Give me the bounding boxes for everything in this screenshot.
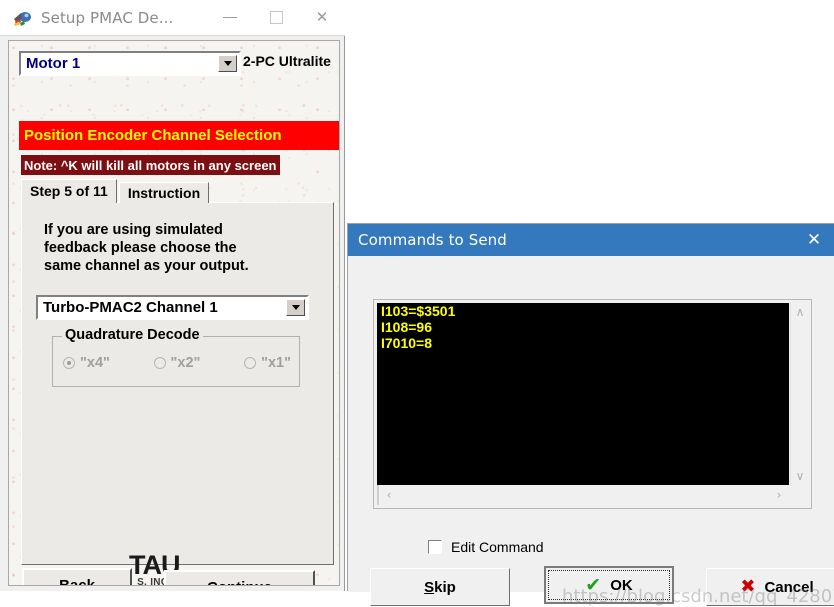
ok-button-focus-ring: ✔ OK xyxy=(548,570,670,600)
pmac-app-icon xyxy=(13,9,33,27)
edit-command-checkbox[interactable] xyxy=(428,540,442,554)
warning-note-banner: Note: ^K will kill all motors in any scr… xyxy=(21,155,280,175)
quadrature-decode-legend: Quadrature Decode xyxy=(62,327,203,343)
vertical-scrollbar[interactable]: ∧ ∨ xyxy=(790,303,808,485)
radio-x4[interactable]: "x4" xyxy=(63,355,110,371)
commands-dialog-body: I103=$3501 I108=96 I7010=8 ∧ ∨ ‹ › Edit … xyxy=(348,256,834,607)
continue-button[interactable]: Continue xyxy=(164,570,315,586)
edit-command-label: Edit Command xyxy=(451,539,544,555)
horizontal-scrollbar[interactable]: ‹ › xyxy=(377,485,789,505)
setup-window-title: Setup PMAC De... xyxy=(41,8,174,27)
chevron-down-icon[interactable] xyxy=(286,299,305,316)
back-button-mnemonic: B xyxy=(59,576,70,586)
desktop-background: Setup PMAC De... ✕ Motor 1 2-PC Ultralit… xyxy=(0,0,834,607)
device-type-label: 2-PC Ultralite xyxy=(243,53,331,69)
cancel-button[interactable]: ✖ Cancel xyxy=(706,568,834,606)
commands-text-area-frame: I103=$3501 I108=96 I7010=8 ∧ ∨ ‹ › xyxy=(373,299,812,509)
edit-command-checkbox-row[interactable]: Edit Command xyxy=(428,539,544,555)
radio-dot-icon xyxy=(244,357,257,369)
radio-x1-label: "x1" xyxy=(261,355,291,371)
continue-button-label-tail: e xyxy=(264,579,272,586)
quadrature-decode-group: Quadrature Decode "x4" "x2" "x1" xyxy=(52,327,300,387)
x-icon: ✖ xyxy=(740,576,756,597)
tab-panel: If you are using simulated feedback plea… xyxy=(21,202,334,565)
quadrature-radio-row: "x4" "x2" "x1" xyxy=(63,355,291,371)
skip-button-label: kip xyxy=(434,578,456,596)
commands-to-send-dialog: Commands to Send ✕ I103=$3501 I108=96 I7… xyxy=(347,223,834,607)
radio-dot-icon xyxy=(153,357,166,369)
setup-window-titlebar[interactable]: Setup PMAC De... ✕ xyxy=(0,0,345,36)
scroll-left-icon[interactable]: ‹ xyxy=(379,485,399,505)
scroll-right-icon[interactable]: › xyxy=(769,485,789,505)
minimize-icon[interactable] xyxy=(207,0,253,34)
maximize-icon[interactable] xyxy=(253,0,299,34)
tab-instruction[interactable]: Instruction xyxy=(118,182,210,203)
command-line: I103=$3501 xyxy=(381,303,456,319)
command-line: I7010=8 xyxy=(381,335,432,351)
chevron-down-icon[interactable] xyxy=(218,55,237,72)
section-banner-text: Position Encoder Channel Selection xyxy=(24,127,282,144)
back-button-label: ack xyxy=(69,576,95,586)
ok-button[interactable]: ✔ OK xyxy=(544,566,674,604)
scroll-up-icon[interactable]: ∧ xyxy=(791,303,809,321)
tab-step-5-of-11[interactable]: Step 5 of 11 xyxy=(21,179,117,203)
close-icon[interactable]: ✕ xyxy=(793,224,834,256)
radio-x4-label: "x4" xyxy=(80,355,110,371)
encoder-channel-value: Turbo-PMAC2 Channel 1 xyxy=(43,299,218,316)
section-banner: Position Encoder Channel Selection xyxy=(19,121,339,150)
skip-button[interactable]: Skip xyxy=(370,568,510,606)
motor-select-combobox[interactable]: Motor 1 xyxy=(19,51,241,76)
commands-dialog-titlebar[interactable]: Commands to Send ✕ xyxy=(348,224,834,256)
cancel-button-label: Cancel xyxy=(764,578,814,596)
instruction-text: If you are using simulated feedback plea… xyxy=(44,222,249,274)
tabstrip: Step 5 of 11 Instruction xyxy=(21,179,210,203)
encoder-channel-combobox[interactable]: Turbo-PMAC2 Channel 1 xyxy=(36,295,309,320)
radio-x2[interactable]: "x2" xyxy=(153,355,201,371)
scroll-down-icon[interactable]: ∨ xyxy=(791,467,809,485)
skip-button-mnemonic: S xyxy=(424,578,435,596)
command-line: I108=96 xyxy=(381,319,432,335)
setup-pmac-window: Setup PMAC De... ✕ Motor 1 2-PC Ultralit… xyxy=(0,0,345,591)
warning-note-text: Note: ^K will kill all motors in any scr… xyxy=(24,157,277,173)
radio-dot-icon xyxy=(63,357,75,369)
commands-text-area[interactable]: I103=$3501 I108=96 I7010=8 xyxy=(377,303,789,485)
continue-button-mnemonic: u xyxy=(254,579,263,586)
commands-dialog-title: Commands to Send xyxy=(358,231,507,249)
radio-x1[interactable]: "x1" xyxy=(244,355,291,371)
window-caption-buttons: ✕ xyxy=(207,0,345,34)
radio-x2-label: "x2" xyxy=(170,355,201,371)
setup-window-client-area: Motor 1 2-PC Ultralite Position Encoder … xyxy=(8,40,340,586)
continue-button-label-head: Contin xyxy=(207,579,254,586)
close-icon[interactable]: ✕ xyxy=(299,0,345,34)
back-button[interactable]: Back xyxy=(22,568,132,586)
motor-select-value: Motor 1 xyxy=(26,55,81,72)
